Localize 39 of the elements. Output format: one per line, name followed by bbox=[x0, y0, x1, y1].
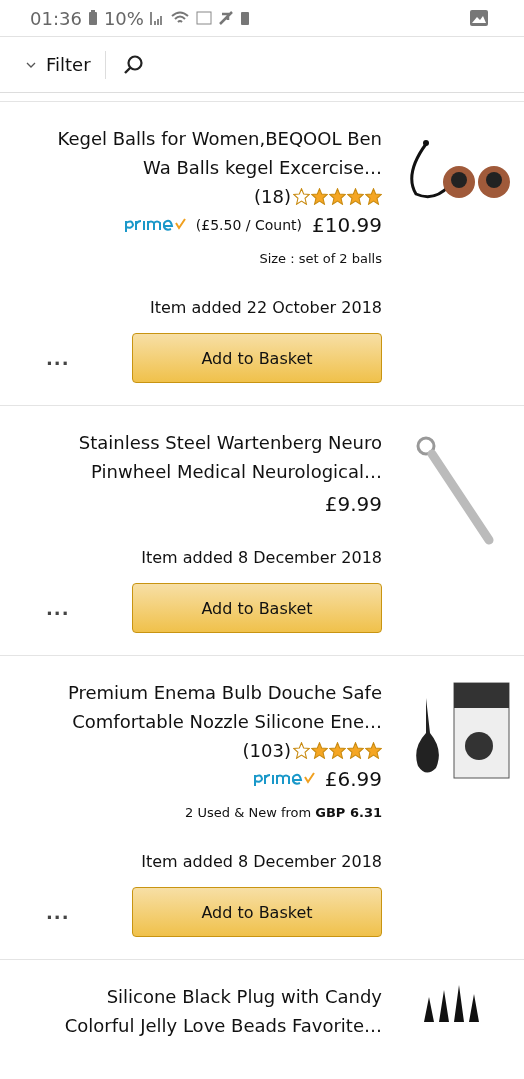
battery-icon bbox=[87, 10, 98, 26]
filled-star-icon bbox=[365, 188, 382, 205]
caret-icon bbox=[26, 61, 36, 68]
more-options-button[interactable]: ... bbox=[40, 593, 76, 623]
price: £6.99 bbox=[324, 767, 382, 791]
product-title[interactable]: Silicone Black Plug with Candy Colorful Jelly Love Beads Favorite… bbox=[52, 982, 382, 1040]
signal-icon bbox=[149, 11, 164, 25]
product-detail: 2 Used & New from GBP 6.31 bbox=[185, 805, 382, 820]
image-icon bbox=[470, 10, 488, 26]
filled-star-icon bbox=[365, 742, 382, 759]
filled-star-icon bbox=[311, 188, 328, 205]
add-to-basket-button[interactable]: Add to Basket bbox=[132, 887, 382, 937]
filled-star-icon bbox=[347, 742, 364, 759]
date-added: Item added 8 December 2018 bbox=[141, 548, 382, 567]
add-to-basket-button[interactable]: Add to Basket bbox=[132, 583, 382, 633]
prime-logo-icon bbox=[123, 217, 186, 233]
review-count[interactable]: (103) bbox=[242, 740, 291, 761]
battery-saver-icon bbox=[239, 10, 250, 26]
filled-star-icon bbox=[311, 742, 328, 759]
more-options-button[interactable]: ... bbox=[40, 897, 76, 927]
product-title[interactable]: Stainless Steel Wartenberg Neuro Pinwheel Medical Neurological… bbox=[52, 428, 382, 486]
product-title[interactable]: Kegel Balls for Women,BEQOOL Ben Wa Balls kegel Excercise… bbox=[52, 124, 382, 182]
product-detail: Size : set of 2 balls bbox=[259, 251, 382, 266]
price: £9.99 bbox=[324, 492, 382, 516]
date-added: Item added 8 December 2018 bbox=[141, 852, 382, 871]
more-options-button[interactable]: ... bbox=[40, 343, 76, 373]
battery-level: 10% bbox=[103, 7, 144, 29]
review-count[interactable]: (18) bbox=[254, 186, 291, 207]
filled-star-icon bbox=[329, 188, 346, 205]
clock-time: 01:36 bbox=[30, 7, 82, 29]
filled-star-icon bbox=[329, 742, 346, 759]
prime-logo-icon bbox=[252, 771, 315, 787]
add-to-basket-button[interactable]: Add to Basket bbox=[132, 333, 382, 383]
filled-star-icon bbox=[347, 188, 364, 205]
unit-price: (£5.50 / Count) bbox=[195, 217, 302, 233]
product-title[interactable]: Premium Enema Bulb Douche Safe Comfortable Nozzle Silicone Ene… bbox=[52, 678, 382, 736]
date-added: Item added 22 October 2018 bbox=[150, 298, 382, 317]
filter-dropdown[interactable]: Filter bbox=[20, 50, 97, 79]
price: £10.99 bbox=[312, 213, 382, 237]
